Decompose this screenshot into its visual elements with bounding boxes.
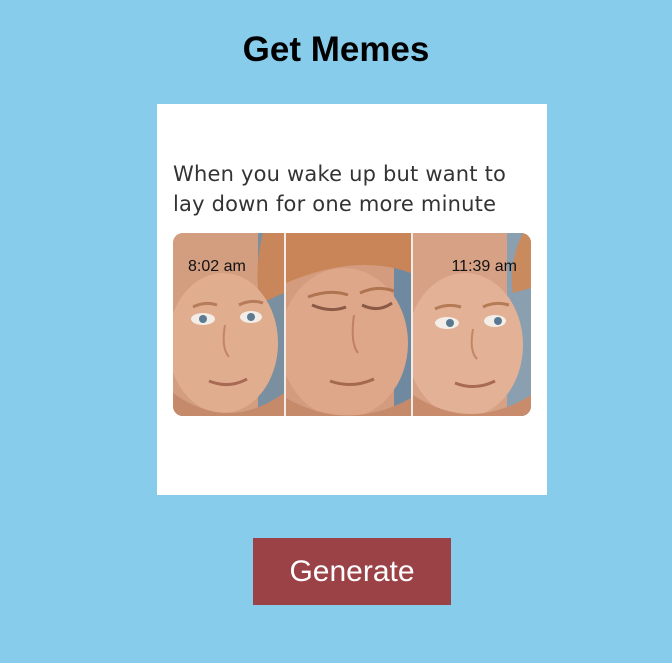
page-title: Get Memes — [242, 30, 430, 69]
time-label-end: 11:39 am — [451, 258, 517, 275]
meme-image: When you wake up but want to lay down fo… — [157, 104, 547, 495]
time-label-start: 8:02 am — [188, 258, 246, 275]
meme-caption: When you wake up but want to lay down fo… — [173, 162, 507, 216]
face-blinking-icon — [286, 233, 411, 416]
meme-panel-awake: 8:02 am — [173, 233, 284, 416]
meme-panels: 8:02 am 11:39 am — [173, 233, 531, 416]
generate-button[interactable]: Generate — [253, 538, 451, 605]
meme-panel-blink — [284, 233, 411, 416]
meme-panel-late: 11:39 am — [411, 233, 531, 416]
